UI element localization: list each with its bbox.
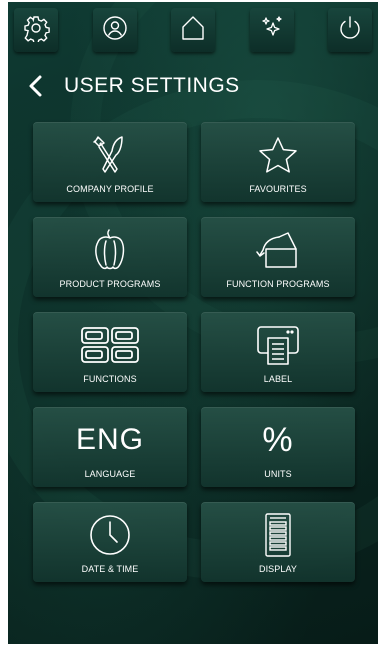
product-programs-tile[interactable]: PRODUCT PROGRAMS bbox=[33, 217, 187, 297]
home-icon bbox=[179, 14, 207, 47]
page-title: USER SETTINGS bbox=[64, 74, 240, 97]
tile-label: FAVOURITES bbox=[249, 184, 307, 194]
units-tile[interactable]: % UNITS bbox=[201, 407, 355, 487]
language-tile[interactable]: ENG LANGUAGE bbox=[33, 407, 187, 487]
percent-icon: % bbox=[262, 421, 294, 459]
user-profile-icon bbox=[101, 14, 129, 47]
favourites-tile[interactable]: FAVOURITES bbox=[201, 122, 355, 202]
functions-tile[interactable]: FUNCTIONS bbox=[33, 312, 187, 392]
power-button[interactable] bbox=[328, 8, 372, 52]
tile-label: PRODUCT PROGRAMS bbox=[59, 279, 161, 289]
pepper-icon bbox=[90, 229, 130, 271]
clock-icon bbox=[88, 513, 132, 557]
fork-knife-icon bbox=[86, 134, 134, 176]
display-tile[interactable]: DISPLAY bbox=[201, 502, 355, 582]
function-programs-tile[interactable]: FUNCTION PROGRAMS bbox=[201, 217, 355, 297]
sparkle-button[interactable] bbox=[249, 8, 294, 52]
display-icon bbox=[264, 512, 292, 558]
chevron-left-icon[interactable] bbox=[26, 74, 46, 98]
tile-label: DATE & TIME bbox=[81, 564, 139, 574]
language-code: ENG bbox=[75, 423, 144, 456]
tile-label: LANGUAGE bbox=[84, 469, 136, 479]
grid-toggles-icon bbox=[79, 325, 141, 365]
date-time-tile[interactable]: DATE & TIME bbox=[33, 502, 187, 582]
sparkles-icon bbox=[258, 14, 286, 47]
star-icon bbox=[257, 135, 299, 175]
user-button[interactable] bbox=[92, 8, 137, 52]
settings-button[interactable] bbox=[14, 8, 58, 52]
tile-label: DISPLAY bbox=[258, 564, 298, 574]
label-tile[interactable]: LABEL bbox=[201, 312, 355, 392]
tile-label: FUNCTIONS bbox=[83, 374, 137, 384]
tile-label: UNITS bbox=[264, 469, 292, 479]
tile-label: FUNCTION PROGRAMS bbox=[226, 279, 330, 289]
app-screen: USER SETTINGS COMPANY PROFILE FAVOURITES… bbox=[8, 2, 378, 644]
company-profile-tile[interactable]: COMPANY PROFILE bbox=[33, 122, 187, 202]
home-button[interactable] bbox=[171, 8, 215, 52]
settings-gear-icon bbox=[22, 14, 50, 47]
tile-label: COMPANY PROFILE bbox=[66, 184, 154, 194]
box-open-icon bbox=[254, 229, 302, 271]
top-toolbar bbox=[8, 2, 378, 58]
label-printer-icon bbox=[254, 324, 302, 366]
power-icon bbox=[336, 14, 364, 47]
page-header: USER SETTINGS bbox=[26, 74, 240, 98]
tile-label: LABEL bbox=[263, 374, 293, 384]
